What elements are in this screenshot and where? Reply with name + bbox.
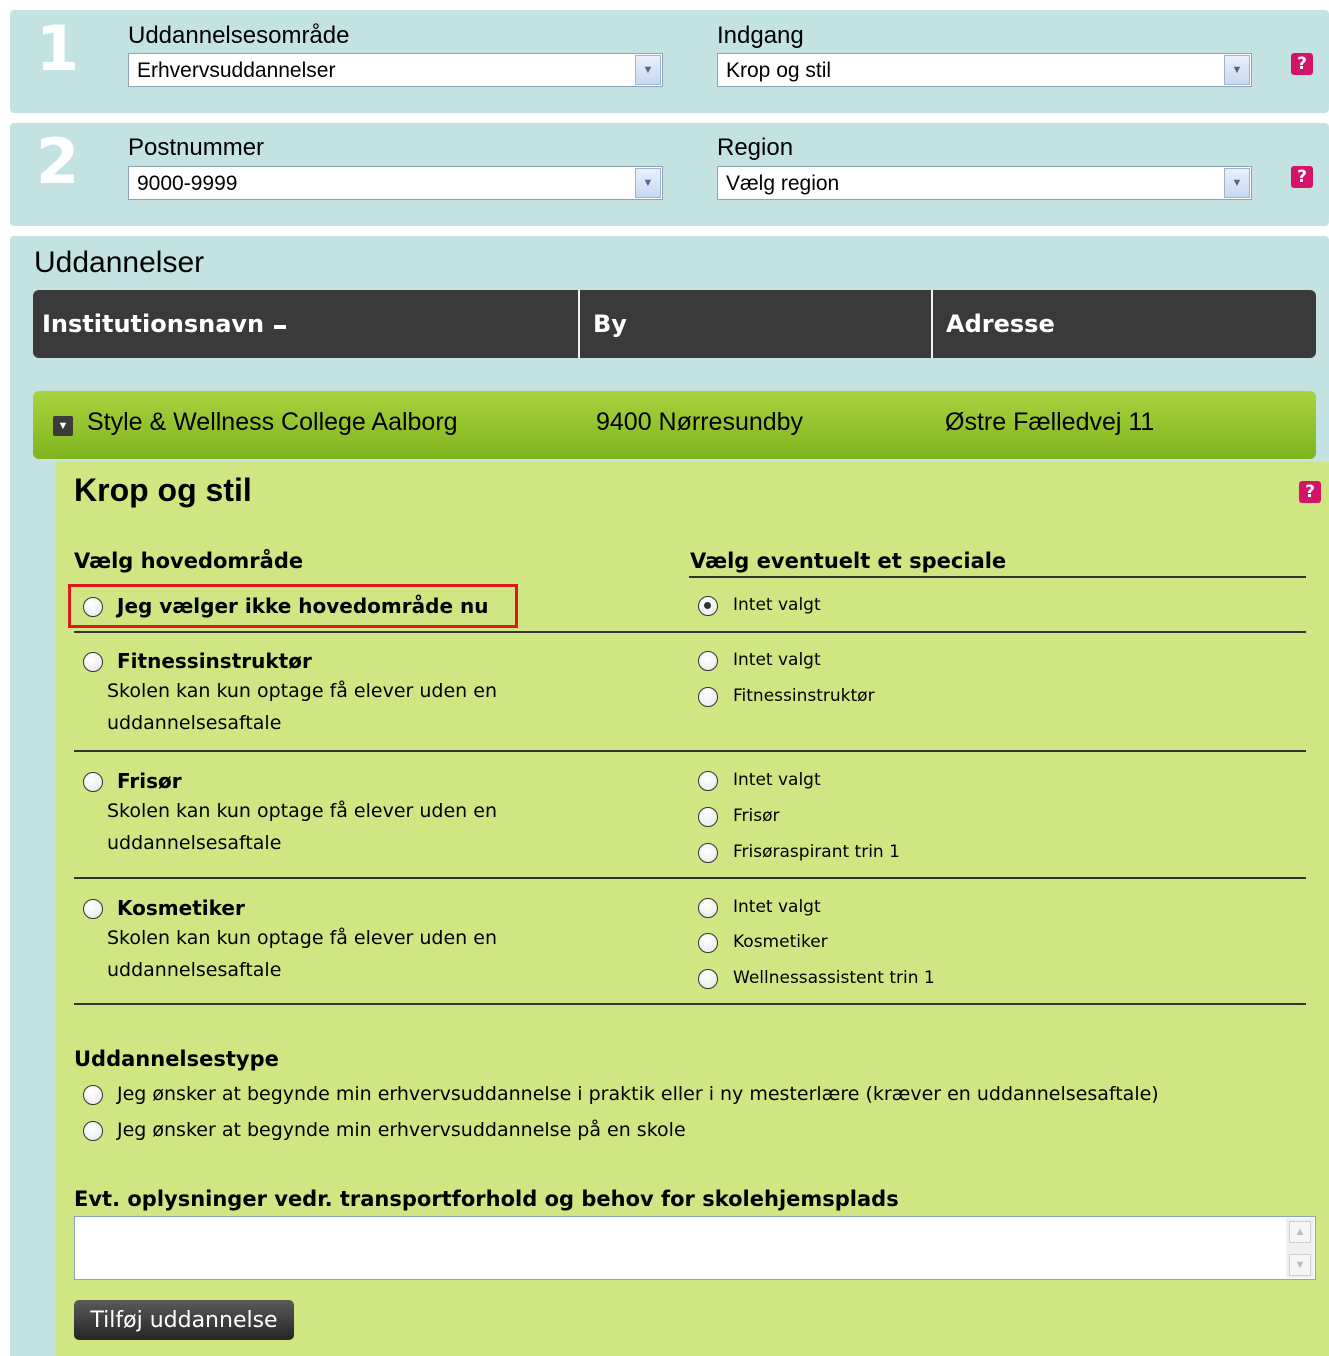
chevron-down-icon[interactable]: ▼ bbox=[1224, 168, 1250, 198]
panel-title: Krop og stil bbox=[74, 472, 252, 508]
section-title: Uddannelser bbox=[34, 246, 205, 279]
area-label: Uddannelsesområde bbox=[128, 22, 350, 49]
special-label: Intet valgt bbox=[733, 897, 821, 917]
main-area-note: uddannelsesaftale bbox=[107, 712, 282, 734]
help-icon[interactable]: ? bbox=[1291, 53, 1313, 75]
special-label: Intet valgt bbox=[733, 650, 821, 670]
step-number: 1 bbox=[36, 12, 80, 85]
step-1-panel: 1 Uddannelsesområde Erhvervsuddannelser … bbox=[10, 10, 1329, 113]
step-number: 2 bbox=[36, 125, 80, 198]
column-header-label: Institutionsnavn bbox=[42, 310, 265, 338]
institution-row[interactable]: ▼ Style & Wellness College Aalborg 9400 … bbox=[33, 391, 1316, 459]
special-radio[interactable] bbox=[698, 596, 718, 616]
postal-select-value: 9000-9999 bbox=[137, 172, 238, 195]
special-radio[interactable] bbox=[698, 771, 718, 791]
entry-select-value: Krop og stil bbox=[726, 59, 832, 82]
special-label: Wellnessassistent trin 1 bbox=[733, 968, 935, 988]
main-area-heading: Vælg hovedområde bbox=[74, 549, 304, 573]
area-select-value: Erhvervsuddannelser bbox=[137, 59, 336, 82]
special-label: Intet valgt bbox=[733, 770, 821, 790]
main-area-radio[interactable] bbox=[83, 652, 103, 672]
divider bbox=[689, 576, 1306, 578]
main-area-radio[interactable] bbox=[83, 772, 103, 792]
scroll-down-icon[interactable]: ▼ bbox=[1289, 1254, 1311, 1276]
column-header-address[interactable]: Adresse bbox=[946, 290, 1055, 358]
column-header-city[interactable]: By bbox=[593, 290, 627, 358]
special-radio[interactable] bbox=[698, 651, 718, 671]
region-label: Region bbox=[717, 134, 794, 161]
entry-label: Indgang bbox=[717, 22, 804, 49]
divider bbox=[74, 877, 1306, 879]
step-2-panel: 2 Postnummer 9000-9999 ▼ Region Vælg reg… bbox=[10, 123, 1329, 226]
divider bbox=[74, 631, 1306, 633]
detail-panel: Krop og stil ? Vælg hovedområde Vælg eve… bbox=[56, 462, 1329, 1356]
main-area-label: Fitnessinstruktør bbox=[117, 649, 312, 673]
column-divider bbox=[578, 290, 580, 358]
column-header-institution[interactable]: Institutionsnavn bbox=[42, 290, 287, 358]
postal-select[interactable]: 9000-9999 ▼ bbox=[128, 166, 663, 200]
transport-heading: Evt. oplysninger vedr. transportforhold … bbox=[74, 1187, 899, 1211]
scrollbar[interactable]: ▲ ▼ bbox=[1286, 1218, 1314, 1278]
education-type-label: Jeg ønsker at begynde min erhvervsuddann… bbox=[117, 1119, 686, 1141]
education-section: Uddannelser Institutionsnavn By Adresse … bbox=[10, 236, 1329, 1356]
add-education-button[interactable]: Tilføj uddannelse bbox=[74, 1300, 294, 1340]
divider bbox=[74, 1003, 1306, 1005]
special-label: Kosmetiker bbox=[733, 932, 828, 952]
special-label: Frisøraspirant trin 1 bbox=[733, 842, 900, 862]
main-area-label: Kosmetiker bbox=[117, 896, 245, 920]
column-divider bbox=[931, 290, 933, 358]
region-select-value: Vælg region bbox=[726, 172, 840, 195]
special-radio[interactable] bbox=[698, 687, 718, 707]
column-header-label: By bbox=[593, 310, 627, 338]
special-radio[interactable] bbox=[698, 933, 718, 953]
table-header: Institutionsnavn By Adresse bbox=[33, 290, 1316, 358]
transport-textarea[interactable]: ▲ ▼ bbox=[74, 1216, 1316, 1280]
education-type-radio[interactable] bbox=[83, 1085, 103, 1105]
help-icon[interactable]: ? bbox=[1299, 481, 1321, 503]
area-select[interactable]: Erhvervsuddannelser ▼ bbox=[128, 53, 663, 87]
collapse-icon[interactable]: ▼ bbox=[53, 416, 73, 436]
chevron-down-icon[interactable]: ▼ bbox=[1224, 55, 1250, 85]
region-select[interactable]: Vælg region ▼ bbox=[717, 166, 1252, 200]
chevron-down-icon[interactable]: ▼ bbox=[635, 55, 661, 85]
main-area-note: uddannelsesaftale bbox=[107, 959, 282, 981]
main-area-label: Jeg vælger ikke hovedområde nu bbox=[117, 594, 489, 618]
special-radio[interactable] bbox=[698, 969, 718, 989]
special-radio[interactable] bbox=[698, 843, 718, 863]
special-label: Fitnessinstruktør bbox=[733, 686, 875, 706]
chevron-down-icon[interactable]: ▼ bbox=[635, 168, 661, 198]
main-area-note: Skolen kan kun optage få elever uden en bbox=[107, 680, 497, 702]
main-area-note: Skolen kan kun optage få elever uden en bbox=[107, 800, 497, 822]
education-type-label: Jeg ønsker at begynde min erhvervsuddann… bbox=[117, 1083, 1159, 1105]
main-area-label: Frisør bbox=[117, 769, 182, 793]
education-type-radio[interactable] bbox=[83, 1121, 103, 1141]
entry-select[interactable]: Krop og stil ▼ bbox=[717, 53, 1252, 87]
divider bbox=[74, 750, 1306, 752]
special-radio[interactable] bbox=[698, 898, 718, 918]
main-area-radio[interactable] bbox=[83, 597, 103, 617]
main-area-note: uddannelsesaftale bbox=[107, 832, 282, 854]
column-header-label: Adresse bbox=[946, 310, 1055, 338]
special-heading: Vælg eventuelt et speciale bbox=[690, 549, 1007, 573]
main-area-note: Skolen kan kun optage få elever uden en bbox=[107, 927, 497, 949]
special-label: Frisør bbox=[733, 806, 780, 826]
main-area-radio[interactable] bbox=[83, 899, 103, 919]
education-type-heading: Uddannelsestype bbox=[74, 1047, 279, 1071]
institution-name: Style & Wellness College Aalborg bbox=[87, 408, 458, 436]
help-icon[interactable]: ? bbox=[1291, 166, 1313, 188]
postal-label: Postnummer bbox=[128, 134, 265, 161]
sort-icon[interactable] bbox=[274, 325, 287, 329]
scroll-up-icon[interactable]: ▲ bbox=[1289, 1221, 1311, 1243]
institution-address: Østre Fælledvej 11 bbox=[945, 408, 1155, 436]
institution-city: 9400 Nørresundby bbox=[596, 408, 804, 436]
special-label: Intet valgt bbox=[733, 595, 821, 615]
special-radio[interactable] bbox=[698, 807, 718, 827]
